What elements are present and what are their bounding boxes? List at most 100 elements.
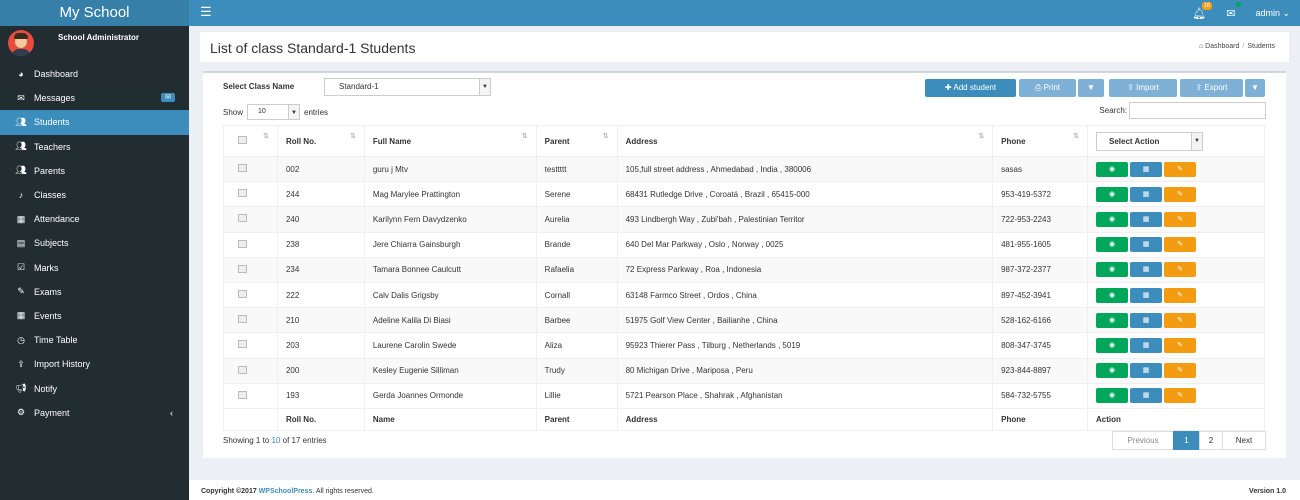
import-button[interactable]: ⇪ Import: [1109, 79, 1177, 97]
sidebar-item-marks[interactable]: ☑ Marks: [0, 256, 189, 280]
edit-button[interactable]: ✎: [1164, 237, 1197, 253]
entries-select[interactable]: 10 ▼: [247, 104, 301, 120]
details-button[interactable]: ▦: [1130, 211, 1163, 227]
pagination-page-2[interactable]: 2: [1199, 431, 1223, 450]
sidebar-item-payment[interactable]: ⚙ Payment ‹: [0, 401, 189, 425]
chevron-left-icon: ‹: [170, 407, 173, 418]
details-button[interactable]: ▦: [1130, 363, 1163, 379]
row-select-cell: [223, 307, 278, 334]
edit-button[interactable]: ✎: [1164, 262, 1197, 278]
row-checkbox[interactable]: [238, 239, 247, 248]
search-input[interactable]: [1129, 102, 1266, 119]
add-student-button[interactable]: ✚ Add student: [925, 79, 1016, 97]
table-icon: ▦: [1142, 291, 1150, 299]
col-roll-no[interactable]: Roll No. ⇅: [276, 125, 365, 157]
user-menu[interactable]: admin ⌄: [1255, 8, 1290, 19]
view-button[interactable]: ◉: [1096, 287, 1129, 303]
brand-logo[interactable]: My School: [0, 0, 189, 26]
row-checkbox[interactable]: [238, 315, 247, 324]
print-dropdown-button[interactable]: ▼: [1078, 79, 1104, 97]
col-phone[interactable]: Phone ⇅: [992, 125, 1089, 157]
edit-button[interactable]: ✎: [1164, 312, 1197, 328]
sidebar-item-notify[interactable]: 📢︎ Notify: [0, 376, 189, 400]
col-address[interactable]: Address ⇅: [616, 125, 994, 157]
details-button[interactable]: ▦: [1130, 337, 1163, 353]
row-checkbox[interactable]: [238, 340, 247, 349]
edit-button[interactable]: ✎: [1164, 363, 1197, 379]
details-button[interactable]: ▦: [1130, 237, 1163, 253]
view-button[interactable]: ◉: [1096, 237, 1129, 253]
col-full-name[interactable]: Full Name ⇅: [363, 125, 537, 157]
select-all-checkbox[interactable]: [238, 136, 247, 144]
export-dropdown-button[interactable]: ▼: [1245, 79, 1265, 97]
details-button[interactable]: ▦: [1130, 161, 1163, 177]
sidebar-item-classes[interactable]: ♪ Classes: [0, 183, 189, 207]
view-button[interactable]: ◉: [1096, 211, 1129, 227]
edit-button[interactable]: ✎: [1164, 287, 1197, 303]
row-checkbox[interactable]: [238, 164, 247, 173]
sidebar-item-subjects[interactable]: ▤ Subjects: [0, 231, 189, 255]
edit-button[interactable]: ✎: [1164, 388, 1197, 404]
cell-parent: Brande: [535, 231, 618, 258]
view-button[interactable]: ◉: [1096, 186, 1129, 202]
edit-button[interactable]: ✎: [1164, 211, 1197, 227]
details-button[interactable]: ▦: [1130, 287, 1163, 303]
row-checkbox[interactable]: [238, 365, 247, 374]
view-button[interactable]: ◉: [1096, 363, 1129, 379]
breadcrumb-dashboard[interactable]: Dashboard: [1205, 43, 1239, 50]
view-button[interactable]: ◉: [1096, 262, 1129, 278]
select-action-dropdown[interactable]: Select Action ▼: [1096, 131, 1204, 151]
edit-button[interactable]: ✎: [1164, 337, 1197, 353]
col-parent[interactable]: Parent ⇅: [535, 125, 618, 157]
table-row: 200 Kesley Eugenie Silliman Trudy 80 Michig…: [223, 357, 1265, 384]
sidebar-item-events[interactable]: ▦ Events: [0, 304, 189, 328]
cell-phone: 987-372-2377: [992, 256, 1089, 283]
sidebar-item-label: Classes: [34, 190, 67, 201]
row-select-cell: [223, 206, 278, 233]
sidebar-item-exams[interactable]: ✎ Exams: [0, 280, 189, 304]
row-checkbox[interactable]: [238, 189, 247, 198]
export-button[interactable]: ⇪ Export: [1180, 79, 1243, 97]
view-button[interactable]: ◉: [1096, 312, 1129, 328]
row-select-cell: [223, 256, 278, 283]
pagination-page-1[interactable]: 1: [1173, 431, 1200, 450]
bell-icon[interactable]: 🔔︎ 16: [1192, 1, 1213, 20]
row-actions: ◉ ▦ ✎: [1087, 307, 1265, 334]
envelope-icon[interactable]: ✉: [1226, 1, 1242, 20]
details-button[interactable]: ▦: [1130, 388, 1163, 404]
row-actions: ◉ ▦ ✎: [1087, 357, 1265, 384]
sidebar-item-messages[interactable]: ✉ Messages ✉: [0, 86, 189, 110]
cell-full-name: guru j Mtv: [363, 155, 537, 183]
view-button[interactable]: ◉: [1096, 337, 1129, 353]
print-button[interactable]: ⎙ Print: [1019, 79, 1076, 97]
details-button[interactable]: ▦: [1130, 312, 1163, 328]
hamburger-menu-icon[interactable]: ☰: [200, 5, 212, 18]
view-button[interactable]: ◉: [1096, 161, 1129, 177]
details-button[interactable]: ▦: [1130, 262, 1163, 278]
pagination-next[interactable]: Next: [1222, 431, 1266, 450]
sidebar-item-label: Dashboard: [34, 69, 79, 80]
sidebar-item-time-table[interactable]: ◷ Time Table: [0, 328, 189, 352]
sidebar-item-attendance[interactable]: ▦ Attendance: [0, 207, 189, 231]
view-button[interactable]: ◉: [1096, 388, 1129, 404]
row-checkbox[interactable]: [238, 290, 247, 299]
sidebar-item-teachers[interactable]: 👥︎ Teachers: [0, 135, 189, 159]
edit-button[interactable]: ✎: [1164, 161, 1197, 177]
pagination-previous[interactable]: Previous: [1112, 431, 1174, 450]
row-checkbox[interactable]: [238, 214, 247, 223]
sidebar-item-import-history[interactable]: ⇪ Import History: [0, 352, 189, 376]
sidebar-item-students[interactable]: 👥︎ Students: [0, 110, 189, 135]
row-checkbox[interactable]: [238, 390, 247, 399]
select-class-dropdown[interactable]: Standard-1 ▼: [324, 78, 491, 96]
sidebar-item-dashboard[interactable]: ◕ Dashboard: [0, 62, 189, 86]
cell-address: 72 Express Parkway , Roa , Indonesia: [616, 256, 994, 283]
avatar: [8, 30, 34, 56]
copyright-link[interactable]: WPSchoolPress: [259, 488, 313, 495]
sidebar-item-label: Teachers: [34, 141, 71, 152]
details-button[interactable]: ▦: [1130, 186, 1163, 202]
sidebar-item-parents[interactable]: 👥︎ Parents: [0, 159, 189, 183]
edit-button[interactable]: ✎: [1164, 186, 1197, 202]
row-select-cell: [223, 382, 278, 409]
row-checkbox[interactable]: [238, 264, 247, 273]
clock-icon: ◷: [17, 334, 25, 345]
